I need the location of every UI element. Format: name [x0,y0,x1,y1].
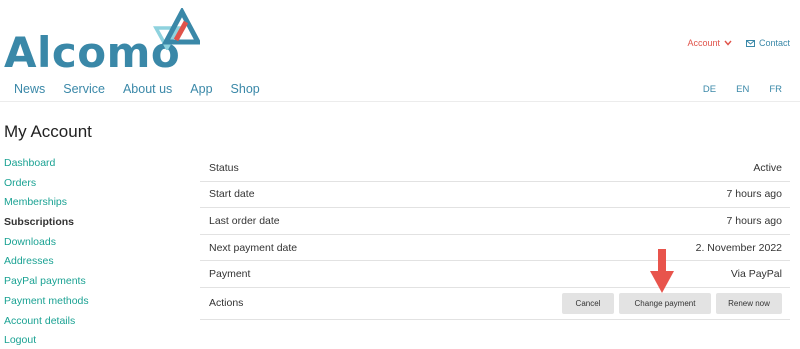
sidebar-item-dashboard[interactable]: Dashboard [4,156,89,176]
row-value: 7 hours ago [726,188,782,201]
table-row: Status Active [200,155,790,182]
sidebar-item-orders[interactable]: Orders [4,176,89,196]
sidebar-item-paypal-payments[interactable]: PayPal payments [4,274,89,294]
sidebar-item-account-details[interactable]: Account details [4,314,89,334]
account-menu[interactable]: Account [687,38,732,48]
lang-fr[interactable]: FR [769,84,782,95]
row-value: Via PayPal [730,268,782,281]
table-row: Last order date 7 hours ago [200,208,790,235]
change-payment-button[interactable]: Change payment [619,292,711,314]
row-value: 7 hours ago [726,214,782,227]
nav-shop[interactable]: Shop [231,82,260,96]
nav-about-us[interactable]: About us [123,82,172,96]
account-sidebar: Dashboard Orders Memberships Subscriptio… [4,156,89,349]
nav-service[interactable]: Service [63,82,105,96]
action-buttons: Cancel Change payment Renew now [562,292,782,314]
contact-link[interactable]: Contact [745,38,790,48]
sidebar-item-memberships[interactable]: Memberships [4,195,89,215]
sidebar-item-payment-methods[interactable]: Payment methods [4,294,89,314]
triangle-logo-icon [153,8,200,50]
sidebar-item-logout[interactable]: Logout [4,333,89,349]
table-row-actions: Actions Cancel Change payment Renew now [200,288,790,320]
row-label: Last order date [209,214,280,227]
row-value: 2. November 2022 [695,241,782,254]
table-row: Payment Via PayPal [200,261,790,288]
sidebar-item-subscriptions[interactable]: Subscriptions [4,215,89,235]
row-value: Active [753,161,782,174]
row-label: Status [209,161,239,174]
header-divider [0,101,800,102]
row-label: Start date [209,188,255,201]
cancel-button[interactable]: Cancel [562,292,614,314]
page-title: My Account [4,122,92,141]
main-nav: News Service About us App Shop [14,82,260,96]
red-down-arrow-icon [650,249,674,293]
envelope-icon [745,39,755,47]
table-row: Next payment date 2. November 2022 [200,235,790,262]
lang-de[interactable]: DE [703,84,716,95]
actions-label: Actions [209,297,244,310]
contact-label: Contact [758,38,790,48]
renew-now-button[interactable]: Renew now [716,292,782,314]
chevron-down-icon [724,40,732,46]
table-row: Start date 7 hours ago [200,182,790,209]
brand-logo[interactable]: Alcomo [4,8,204,76]
subscription-details-table: Status Active Start date 7 hours ago Las… [200,155,790,320]
utility-nav: Account Contact [687,38,790,48]
row-label: Next payment date [209,241,298,254]
nav-news[interactable]: News [14,82,45,96]
row-label: Payment [209,268,251,281]
nav-app[interactable]: App [190,82,212,96]
sidebar-item-addresses[interactable]: Addresses [4,254,89,274]
sidebar-item-downloads[interactable]: Downloads [4,235,89,255]
language-switcher: DE EN FR [703,84,782,95]
account-label: Account [687,38,720,48]
lang-en[interactable]: EN [736,84,749,95]
